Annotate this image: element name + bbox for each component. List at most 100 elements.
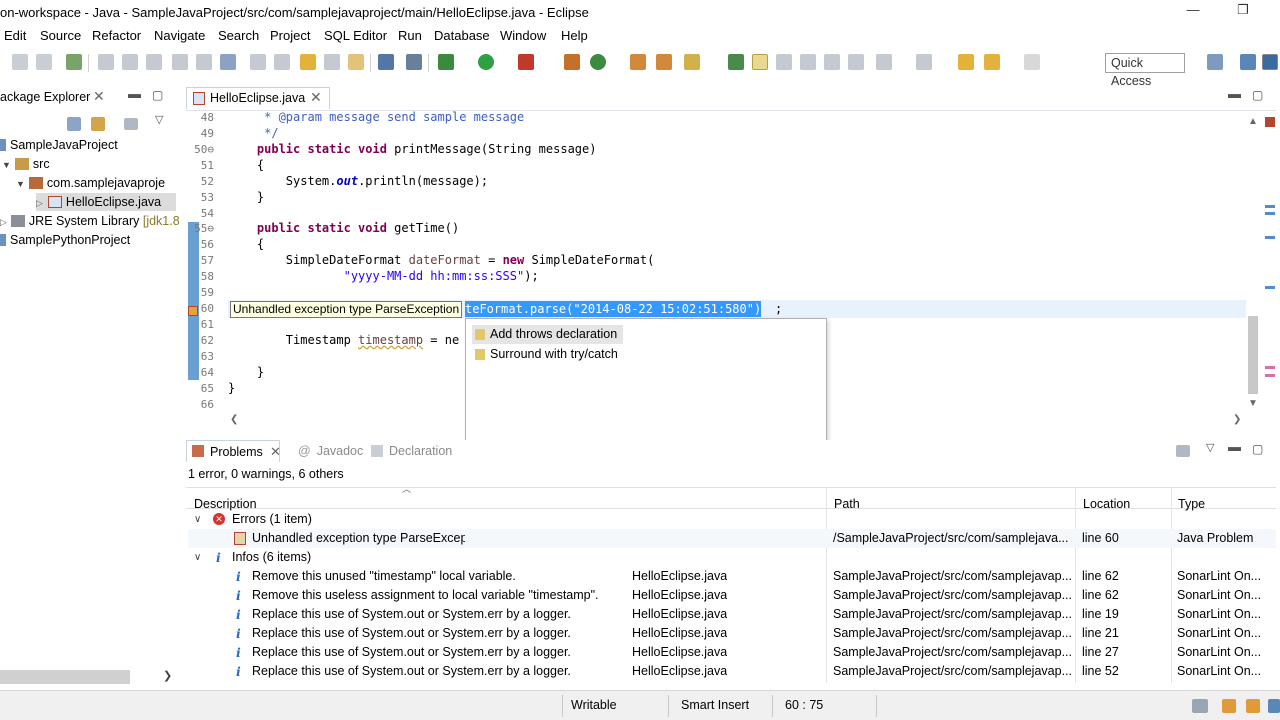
- chevron-right-icon[interactable]: ▷: [36, 198, 43, 208]
- back-icon[interactable]: [984, 54, 1000, 70]
- open-type-icon[interactable]: [630, 54, 646, 70]
- debug-icon[interactable]: [438, 54, 454, 70]
- console-icon[interactable]: [378, 54, 394, 70]
- chevron-down-icon[interactable]: ∨: [194, 548, 201, 567]
- maximize-view-icon[interactable]: ▢: [152, 88, 163, 102]
- skip-icon[interactable]: [146, 54, 162, 70]
- menu-navigate[interactable]: Navigate: [154, 28, 205, 43]
- view-menu-icon[interactable]: [124, 118, 138, 130]
- save-icon[interactable]: [12, 54, 28, 70]
- menu-sql-editor[interactable]: SQL Editor: [324, 28, 387, 43]
- run-icon[interactable]: [478, 54, 494, 70]
- scroll-left-icon[interactable]: ❮: [230, 414, 238, 425]
- new-java-package-icon[interactable]: [564, 54, 580, 70]
- tree-item-samplepythonproject[interactable]: SamplePythonProject: [0, 231, 130, 249]
- selected-code-text[interactable]: teFormat.parse("2014-08-22 15:02:51:580"…: [465, 301, 762, 317]
- table-row[interactable]: Unhandled exception type ParseExcept /Sa…: [188, 529, 1276, 548]
- menu-project[interactable]: Project: [270, 28, 310, 43]
- scroll-right-icon[interactable]: ❯: [1233, 414, 1241, 425]
- sync-icon[interactable]: [1192, 699, 1208, 713]
- close-icon[interactable]: ✕: [270, 444, 281, 460]
- view-menu-icon[interactable]: [1176, 445, 1190, 457]
- rollback-icon[interactable]: [274, 54, 290, 70]
- save-all-icon[interactable]: [36, 54, 52, 70]
- sort-ascending-icon[interactable]: ︿: [402, 482, 411, 495]
- chevron-down-icon[interactable]: ▽: [155, 113, 163, 126]
- marketplace-icon[interactable]: [1246, 699, 1260, 713]
- menu-search[interactable]: Search: [218, 28, 259, 43]
- minimize-view-icon[interactable]: ▬: [128, 86, 141, 101]
- bookmark-icon[interactable]: [348, 54, 364, 70]
- column-path[interactable]: Path: [834, 497, 860, 511]
- table-row[interactable]: i Replace this use of System.out or Syst…: [188, 624, 1276, 643]
- book-icon[interactable]: [1222, 699, 1236, 713]
- java-perspective-icon[interactable]: [1262, 54, 1278, 70]
- minimize-button[interactable]: —: [1178, 2, 1208, 22]
- sql-icon[interactable]: [172, 54, 188, 70]
- overview-marker[interactable]: [1265, 212, 1275, 215]
- external-tools-icon[interactable]: [518, 54, 534, 70]
- link-with-editor-icon[interactable]: [91, 117, 105, 131]
- history-icon[interactable]: [324, 54, 340, 70]
- collapse-all-icon[interactable]: [67, 117, 81, 131]
- overview-marker[interactable]: [1265, 236, 1275, 239]
- editor-tab-helloeclipse[interactable]: HelloEclipse.java ✕: [186, 87, 330, 109]
- maximize-view-icon[interactable]: ▢: [1252, 88, 1263, 102]
- block-selection-icon[interactable]: [776, 54, 792, 70]
- table-row[interactable]: i Replace this use of System.out or Syst…: [188, 662, 1276, 681]
- close-icon[interactable]: ✕: [93, 88, 105, 105]
- build-icon[interactable]: [122, 54, 138, 70]
- minimize-view-icon[interactable]: ▬: [1228, 86, 1241, 101]
- highlight-icon[interactable]: [752, 54, 768, 70]
- menu-edit[interactable]: Edit: [4, 28, 26, 43]
- tree-item-src[interactable]: ▼ src: [2, 155, 50, 173]
- tree-item-package[interactable]: ▼ com.samplejavaproje: [16, 174, 165, 192]
- chevron-down-icon[interactable]: ▼: [16, 179, 25, 189]
- maximize-view-icon[interactable]: ▢: [1252, 442, 1263, 456]
- horizontal-scrollbar-thumb[interactable]: [0, 670, 130, 684]
- commit-icon[interactable]: [250, 54, 266, 70]
- column-description[interactable]: Description: [194, 497, 257, 511]
- chevron-down-icon[interactable]: ▽: [1206, 441, 1214, 454]
- close-icon[interactable]: ✕: [310, 89, 322, 106]
- pilcrow-icon[interactable]: [848, 54, 864, 70]
- show-whitespace-icon[interactable]: [824, 54, 840, 70]
- open-task-icon[interactable]: [656, 54, 672, 70]
- table-row[interactable]: i Remove this unused "timestamp" local v…: [188, 567, 1276, 586]
- chevron-down-icon[interactable]: ▼: [2, 160, 11, 170]
- restore-button[interactable]: ❐: [1228, 2, 1258, 22]
- overview-marker[interactable]: [1265, 205, 1275, 208]
- word-wrap-icon[interactable]: [800, 54, 816, 70]
- mark-occurrences-icon[interactable]: [728, 54, 744, 70]
- table-row[interactable]: i Remove this useless assignment to loca…: [188, 586, 1276, 605]
- sonarlint-icon[interactable]: [1268, 699, 1280, 713]
- refresh-icon[interactable]: [300, 54, 316, 70]
- vertical-scrollbar-thumb[interactable]: [1248, 316, 1258, 394]
- menu-database[interactable]: Database: [434, 28, 490, 43]
- scroll-right-icon[interactable]: ❯: [163, 669, 172, 682]
- overview-marker[interactable]: [1265, 286, 1275, 289]
- menu-window[interactable]: Window: [500, 28, 546, 43]
- quickfix-surround-try-catch[interactable]: Surround with try/catch: [472, 345, 624, 364]
- column-location[interactable]: Location: [1083, 497, 1130, 511]
- new-java-class-icon[interactable]: [590, 54, 606, 70]
- error-overview-marker[interactable]: [1265, 117, 1275, 127]
- overview-marker[interactable]: [1265, 366, 1275, 369]
- next-annotation-icon[interactable]: [876, 54, 892, 70]
- db-icon[interactable]: [220, 54, 236, 70]
- table-row[interactable]: i Replace this use of System.out or Syst…: [188, 605, 1276, 624]
- minimize-view-icon[interactable]: ▬: [1228, 439, 1241, 454]
- skip-breakpoints-icon[interactable]: [406, 54, 422, 70]
- tab-declaration[interactable]: Declaration: [371, 444, 452, 458]
- scroll-up-icon[interactable]: ▲: [1248, 116, 1258, 127]
- tab-javadoc[interactable]: @ Javadoc: [298, 444, 363, 458]
- link-icon[interactable]: [98, 54, 114, 70]
- tree-item-helloeclipse[interactable]: ▷ HelloEclipse.java: [36, 193, 176, 211]
- column-type[interactable]: Type: [1178, 497, 1205, 511]
- tree-item-jre-library[interactable]: ▷ JRE System Library [jdk1.8: [0, 212, 180, 230]
- overview-marker[interactable]: [1265, 374, 1275, 377]
- tab-problems[interactable]: Problems ✕: [186, 440, 281, 462]
- chevron-down-icon[interactable]: ∨: [194, 510, 201, 529]
- infos-group-row[interactable]: ∨ i Infos (6 items): [188, 548, 1276, 567]
- status-insert-mode[interactable]: Smart Insert: [681, 698, 749, 712]
